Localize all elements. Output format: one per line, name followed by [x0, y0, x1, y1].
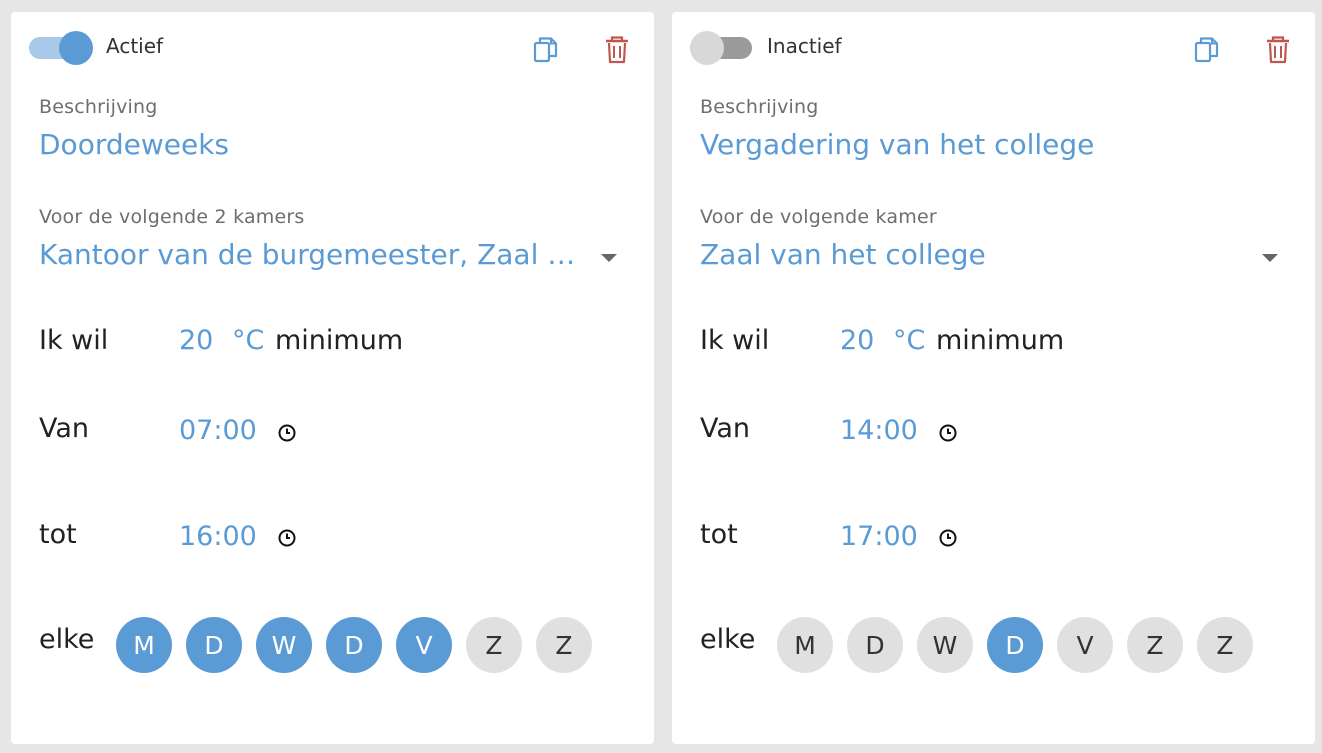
day-toggle-wednesday[interactable]: W [917, 617, 973, 673]
rooms-select[interactable]: Kantoor van de burgemeester, Zaal van he… [39, 238, 589, 271]
day-toggle-friday[interactable]: V [1057, 617, 1113, 673]
from-time-input[interactable]: 14:00 [840, 415, 918, 446]
toggle-knob [59, 31, 93, 65]
schedule-card: Inactief Beschrijving Vergadering van he… [672, 12, 1315, 744]
status-label: Inactief [767, 34, 842, 58]
caret-down-icon[interactable] [601, 254, 617, 262]
clock-icon[interactable] [938, 423, 958, 443]
day-selector: M D W D V Z Z [116, 617, 592, 673]
description-input[interactable]: Vergadering van het college [700, 128, 1094, 161]
every-label: elke [39, 624, 95, 655]
rooms-select[interactable]: Zaal van het college [700, 238, 1250, 271]
temperature-input[interactable]: 20 [840, 325, 874, 356]
day-toggle-tuesday[interactable]: D [186, 617, 242, 673]
active-toggle[interactable] [29, 31, 93, 65]
rooms-label: Voor de volgende kamer [700, 206, 937, 228]
schedule-card: Actief Beschrijving Doordeweeks Voor de … [11, 12, 654, 744]
day-toggle-friday[interactable]: V [396, 617, 452, 673]
trash-icon [1267, 36, 1289, 64]
every-label: elke [700, 624, 756, 655]
description-label: Beschrijving [700, 96, 819, 118]
until-label: tot [700, 519, 738, 550]
clock-icon[interactable] [938, 528, 958, 548]
from-label: Van [39, 413, 90, 444]
temperature-input[interactable]: 20 [179, 325, 213, 356]
day-toggle-sunday[interactable]: Z [536, 617, 592, 673]
day-toggle-saturday[interactable]: Z [1127, 617, 1183, 673]
want-label: Ik wil [39, 325, 109, 356]
trash-icon [606, 36, 628, 64]
day-toggle-thursday[interactable]: D [326, 617, 382, 673]
copy-button[interactable] [531, 34, 561, 66]
temperature-unit: °C [232, 325, 265, 356]
until-time-input[interactable]: 17:00 [840, 521, 918, 552]
delete-button[interactable] [1263, 34, 1293, 66]
day-toggle-monday[interactable]: M [116, 617, 172, 673]
active-toggle[interactable] [690, 31, 754, 65]
want-label: Ik wil [700, 325, 770, 356]
day-selector: M D W D V Z Z [777, 617, 1253, 673]
temperature-mode: minimum [936, 325, 1065, 356]
clock-icon[interactable] [277, 528, 297, 548]
toggle-knob [690, 31, 724, 65]
until-time-input[interactable]: 16:00 [179, 521, 257, 552]
description-label: Beschrijving [39, 96, 158, 118]
description-input[interactable]: Doordeweeks [39, 128, 229, 161]
from-time-input[interactable]: 07:00 [179, 415, 257, 446]
copy-button[interactable] [1192, 34, 1222, 66]
day-toggle-sunday[interactable]: Z [1197, 617, 1253, 673]
delete-button[interactable] [602, 34, 632, 66]
day-toggle-thursday[interactable]: D [987, 617, 1043, 673]
status-label: Actief [106, 34, 164, 58]
copy-icon [1194, 37, 1219, 63]
day-toggle-saturday[interactable]: Z [466, 617, 522, 673]
temperature-mode: minimum [275, 325, 404, 356]
rooms-label: Voor de volgende 2 kamers [39, 206, 305, 228]
caret-down-icon[interactable] [1262, 254, 1278, 262]
clock-icon[interactable] [277, 423, 297, 443]
temperature-unit: °C [893, 325, 926, 356]
from-label: Van [700, 413, 751, 444]
copy-icon [533, 37, 558, 63]
day-toggle-monday[interactable]: M [777, 617, 833, 673]
day-toggle-wednesday[interactable]: W [256, 617, 312, 673]
day-toggle-tuesday[interactable]: D [847, 617, 903, 673]
until-label: tot [39, 519, 77, 550]
